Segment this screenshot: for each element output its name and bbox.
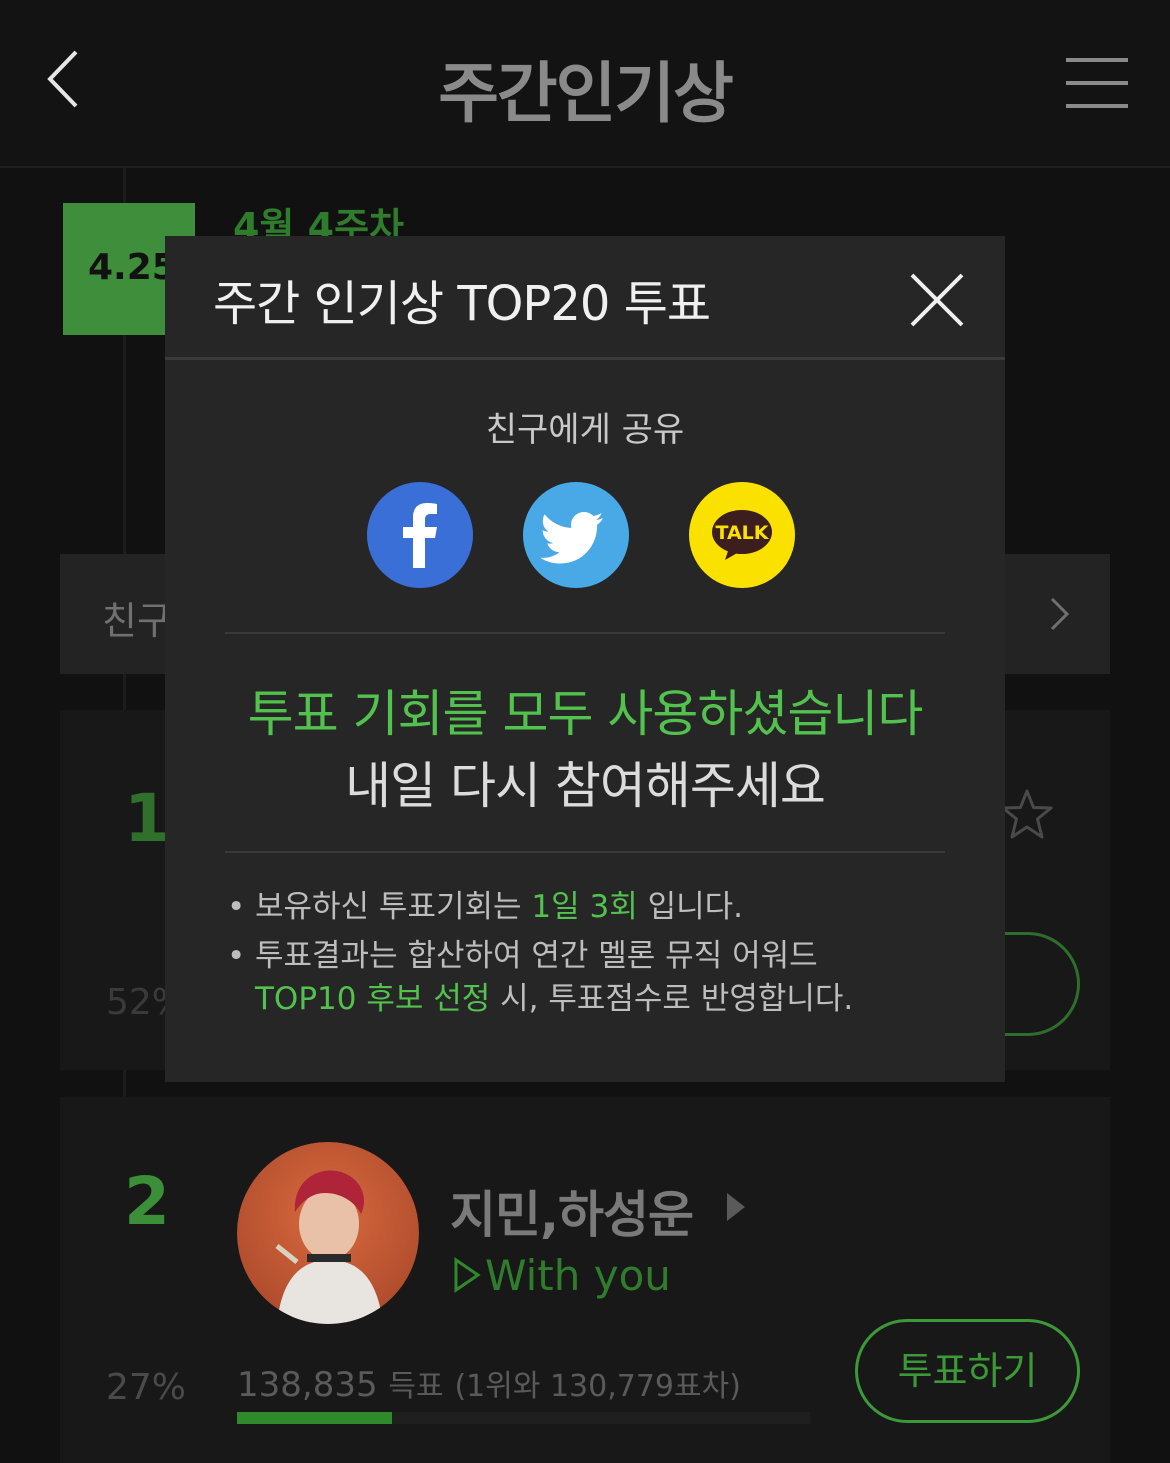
rank-card-2: 2 지민,하성운 With you 27% 138,835 득표 (1위와 13…	[60, 1097, 1110, 1463]
vote-limit-highlight: 1일 3회	[531, 889, 638, 925]
vote-number: 138,835	[237, 1365, 378, 1405]
vote-gap: (1위와 130,779표차)	[454, 1369, 741, 1404]
kakaotalk-label: TALK	[715, 522, 769, 544]
vote-modal: 주간 인기상 TOP20 투표 친구에게 공유 TALK 투표 기회를 모두 사…	[165, 236, 1005, 1082]
vote-notes: • 보유하신 투표기회는 1일 3회 입니다. • 투표결과는 합산하여 연간 …	[227, 886, 967, 1027]
vote-exhausted-message: 투표 기회를 모두 사용하셨습니다	[247, 685, 924, 743]
twitter-icon	[540, 512, 603, 564]
star-icon[interactable]	[1000, 788, 1054, 842]
top10-highlight: TOP10 후보 선정	[255, 981, 491, 1017]
divider	[225, 851, 945, 853]
twitter-share-button[interactable]	[523, 482, 629, 588]
rank-number: 1	[124, 780, 170, 857]
share-label: 친구에게 공유	[485, 410, 685, 450]
artist-photo	[237, 1142, 419, 1324]
facebook-icon	[403, 503, 437, 568]
hamburger-icon	[1066, 58, 1128, 62]
artist-avatar[interactable]	[237, 1142, 419, 1324]
modal-title: 주간 인기상 TOP20 투표	[213, 276, 711, 332]
artist-name[interactable]: 지민,하성운	[450, 1175, 694, 1247]
note-item: • 투표결과는 합산하여 연간 멜론 뮤직 어워드 TOP10 후보 선정 시,…	[227, 935, 967, 1021]
kakaotalk-share-button[interactable]: TALK	[689, 482, 795, 588]
vote-progress-bar	[237, 1412, 810, 1424]
rank-percent: 27%	[106, 1367, 187, 1408]
app-header: 주간인기상	[0, 0, 1170, 168]
caret-right-icon	[727, 1193, 745, 1221]
vote-count: 138,835 득표 (1위와 130,779표차)	[237, 1361, 741, 1405]
vote-progress-fill	[237, 1412, 392, 1424]
page-title: 주간인기상	[438, 55, 734, 132]
bullet: •	[227, 938, 246, 974]
modal-header: 주간 인기상 TOP20 투표	[165, 236, 1005, 360]
facebook-share-button[interactable]	[367, 482, 473, 588]
friend-bar-label: 친구	[102, 599, 172, 643]
kakaotalk-icon: TALK	[712, 510, 772, 560]
note-item: • 보유하신 투표기회는 1일 3회 입니다.	[227, 886, 967, 929]
vote-button[interactable]: 투표하기	[855, 1319, 1080, 1423]
close-icon	[910, 273, 964, 327]
play-icon[interactable]	[452, 1257, 482, 1293]
rank-number: 2	[124, 1163, 170, 1240]
bullet: •	[227, 889, 246, 925]
chevron-right-icon	[1050, 597, 1070, 631]
divider	[225, 632, 945, 634]
menu-button[interactable]	[1066, 58, 1128, 110]
song-title[interactable]: With you	[485, 1251, 671, 1300]
vote-unit: 득표	[388, 1369, 444, 1404]
retry-tomorrow-message: 내일 다시 참여해주세요	[345, 757, 826, 815]
close-button[interactable]	[909, 272, 965, 328]
